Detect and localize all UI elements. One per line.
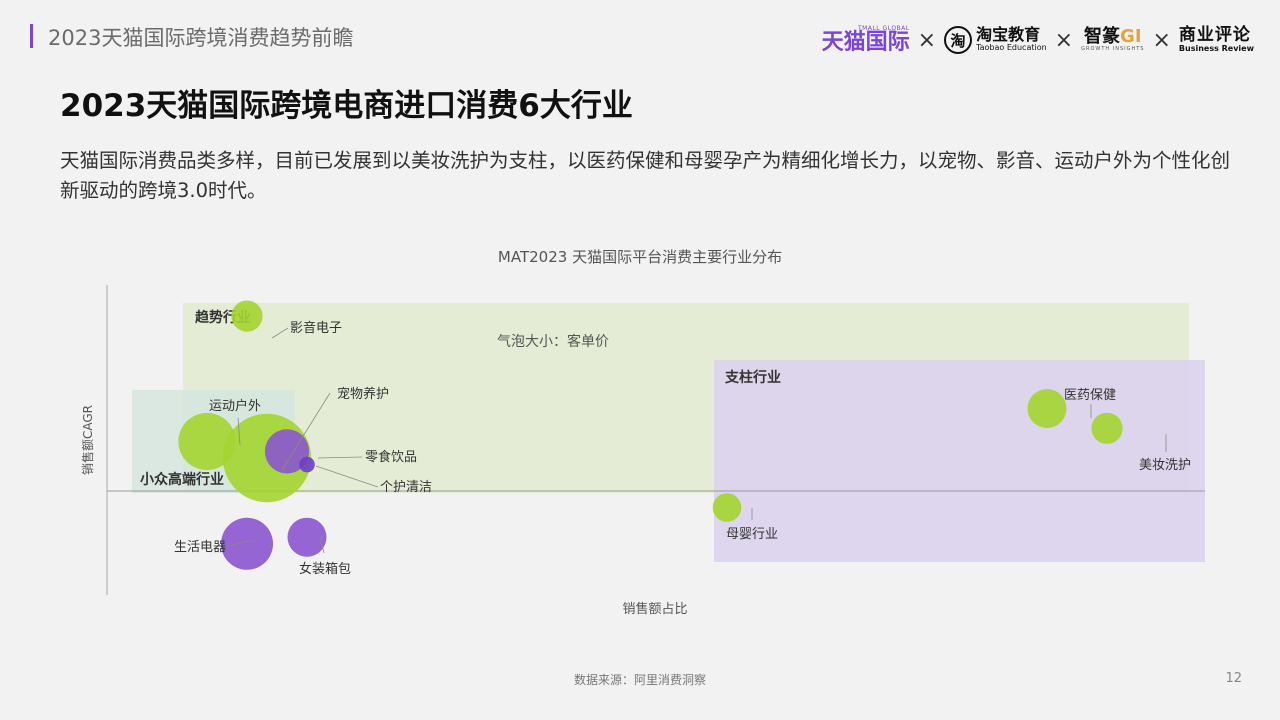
bubble-label-9: 医药保健 xyxy=(1064,388,1116,403)
bubble-label-5: 个护清洁 xyxy=(380,480,432,495)
bubble-9 xyxy=(1027,389,1067,428)
region-3 xyxy=(714,360,1205,562)
bubble-chart: 趋势行业小众高端行业支柱行业销售额占比销售额CAGR气泡大小：客单价影音电子运动… xyxy=(80,285,1205,617)
data-source: 数据来源：阿里消费洞察 xyxy=(573,673,706,687)
bubble-10 xyxy=(1091,412,1123,444)
bubble-1 xyxy=(231,300,263,332)
bubble-size-note: 气泡大小：客单价 xyxy=(497,333,609,350)
bubble-5 xyxy=(299,456,315,473)
bubble-label-8: 母婴行业 xyxy=(726,527,778,542)
bubble-label-2: 运动户外 xyxy=(209,398,261,414)
bubble-6 xyxy=(221,517,273,570)
y-axis-label: 销售额CAGR xyxy=(80,405,95,475)
bubble-label-7: 女装箱包 xyxy=(299,561,351,577)
x-axis-label: 销售额占比 xyxy=(622,601,687,617)
region-label-2: 小众高端行业 xyxy=(140,471,224,488)
bubble-8 xyxy=(712,493,742,522)
bubble-label-10: 美妆洗护 xyxy=(1139,458,1191,473)
bubble-7 xyxy=(287,517,327,557)
page-number: 12 xyxy=(1225,671,1242,686)
bubble-label-3: 宠物养护 xyxy=(337,386,389,402)
bubble-label-1: 影音电子 xyxy=(290,320,342,336)
bubble-label-6: 生活电器 xyxy=(174,540,226,555)
region-label-3: 支柱行业 xyxy=(724,369,781,386)
bubble-label-4: 零食饮品 xyxy=(365,449,417,465)
